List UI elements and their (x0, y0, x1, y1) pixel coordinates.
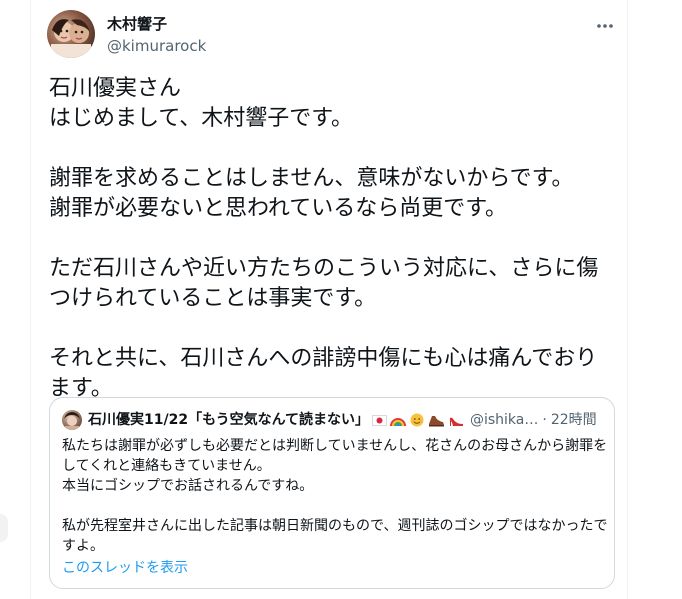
quoted-author-name: 石川優実11/22「もう空気なんて読まない」 (88, 412, 369, 428)
quoted-tweet[interactable]: 石川優実11/22「もう空気なんて読まない」 @ishika… · 22時間 私… (49, 397, 615, 589)
page: 木村響子 @kimurarock 石川優実さん はじめまして、木村響子です。 謝… (0, 0, 682, 599)
author-avatar[interactable] (47, 10, 95, 58)
quoted-timestamp[interactable]: 22時間 (551, 410, 597, 430)
quoted-tweet-header: 石川優実11/22「もう空気なんて読まない」 @ishika… · 22時間 (88, 410, 608, 430)
rainbow-icon (389, 413, 406, 428)
brown-shoe-icon (428, 413, 445, 428)
japan-flag-icon (372, 413, 387, 428)
author-display-name[interactable]: 木村響子 (107, 14, 167, 34)
author-handle[interactable]: @kimurarock (107, 36, 206, 56)
tweet-text: 石川優実さん はじめまして、木村響子です。 謝罪を求めることはしません、意味がな… (49, 76, 599, 401)
quoted-tweet-text: 私たちは謝罪が必ずしも必要だとは判断していませんし、花さんのお母さんから謝罪をし… (62, 438, 608, 554)
tweet-card: 木村響子 @kimurarock 石川優実さん はじめまして、木村響子です。 謝… (30, 0, 628, 599)
quoted-author-handle: @ishika… (469, 412, 539, 428)
red-high-heel-icon (448, 413, 464, 428)
header-separator: · (542, 412, 547, 428)
more-options-button[interactable] (591, 14, 619, 38)
more-horizontal-icon (597, 24, 613, 28)
quoted-author-avatar (62, 410, 82, 430)
show-thread-link[interactable]: このスレッドを表示 (62, 558, 188, 578)
side-edge-decoration (0, 514, 8, 542)
smiling-sun-icon (409, 412, 425, 428)
